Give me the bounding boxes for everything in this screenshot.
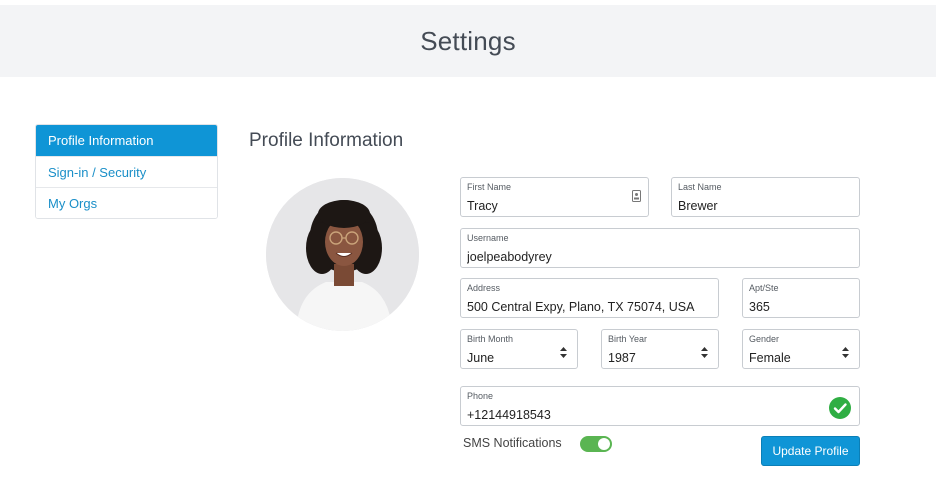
last-name-label: Last Name bbox=[678, 182, 722, 192]
select-arrows-icon bbox=[701, 347, 708, 358]
birth-month-value: June bbox=[467, 351, 495, 365]
address-field[interactable]: Address 500 Central Expy, Plano, TX 7507… bbox=[460, 278, 719, 318]
select-arrows-icon bbox=[560, 347, 567, 358]
apt-ste-value: 365 bbox=[749, 300, 770, 314]
settings-sidebar: Profile Information Sign-in / Security M… bbox=[35, 124, 218, 219]
apt-ste-label: Apt/Ste bbox=[749, 283, 779, 293]
address-value: 500 Central Expy, Plano, TX 75074, USA bbox=[467, 300, 695, 314]
avatar bbox=[266, 178, 419, 331]
sidebar-item-profile-information[interactable]: Profile Information bbox=[36, 125, 217, 156]
birth-year-value: 1987 bbox=[608, 351, 636, 365]
gender-value: Female bbox=[749, 351, 791, 365]
username-field[interactable]: Username joelpeabodyrey bbox=[460, 228, 860, 268]
address-label: Address bbox=[467, 283, 501, 293]
phone-field[interactable]: Phone +12144918543 bbox=[460, 386, 860, 426]
page-header: Settings bbox=[0, 5, 936, 77]
phone-label: Phone bbox=[467, 391, 494, 401]
profile-photo-icon bbox=[266, 178, 419, 331]
birth-year-select[interactable]: Birth Year 1987 bbox=[601, 329, 719, 369]
sms-notifications-label: SMS Notifications bbox=[463, 436, 562, 450]
gender-label: Gender bbox=[749, 334, 780, 344]
first-name-label: First Name bbox=[467, 182, 512, 192]
update-profile-button[interactable]: Update Profile bbox=[761, 436, 860, 466]
birth-year-label: Birth Year bbox=[608, 334, 648, 344]
birth-month-select[interactable]: Birth Month June bbox=[460, 329, 578, 369]
username-value: joelpeabodyrey bbox=[467, 250, 552, 264]
gender-select[interactable]: Gender Female bbox=[742, 329, 860, 369]
select-arrows-icon bbox=[842, 347, 849, 358]
section-title: Profile Information bbox=[249, 130, 404, 151]
sidebar-item-sign-in-security[interactable]: Sign-in / Security bbox=[36, 156, 217, 187]
sms-notifications-toggle[interactable] bbox=[580, 436, 612, 452]
page-title: Settings bbox=[420, 25, 516, 56]
apt-ste-field[interactable]: Apt/Ste 365 bbox=[742, 278, 860, 318]
verified-check-icon bbox=[829, 397, 851, 419]
username-label: Username bbox=[467, 233, 509, 243]
birth-month-label: Birth Month bbox=[467, 334, 514, 344]
sidebar-item-my-orgs[interactable]: My Orgs bbox=[36, 187, 217, 218]
contact-card-icon[interactable] bbox=[632, 190, 641, 202]
first-name-value: Tracy bbox=[467, 199, 498, 213]
last-name-field[interactable]: Last Name Brewer bbox=[671, 177, 860, 217]
toggle-knob bbox=[598, 438, 610, 450]
phone-value: +12144918543 bbox=[467, 408, 551, 422]
first-name-field[interactable]: First Name Tracy bbox=[460, 177, 649, 217]
last-name-value: Brewer bbox=[678, 199, 718, 213]
